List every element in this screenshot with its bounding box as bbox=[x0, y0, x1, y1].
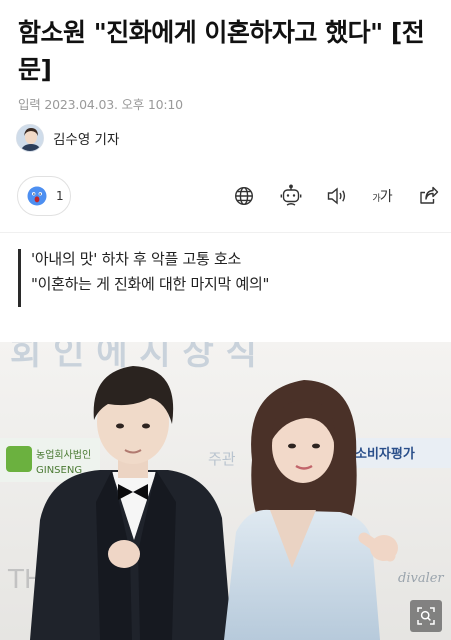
reaction-button[interactable]: 1 bbox=[17, 176, 71, 216]
sponsor-text-4: 소비자평가 bbox=[355, 446, 415, 462]
photo-zoom-button[interactable] bbox=[410, 600, 442, 632]
sponsor-text-6: divaler bbox=[398, 571, 444, 586]
sponsor-text-3: 주관 bbox=[208, 450, 236, 468]
listen-button[interactable] bbox=[322, 181, 352, 211]
speaker-icon bbox=[327, 187, 346, 205]
translate-button[interactable] bbox=[229, 181, 259, 211]
article-photo[interactable]: 회 인 에 시 상 식 농업회사법인 GINSENG 주관 소비자평가 TH d… bbox=[0, 342, 451, 640]
share-button[interactable] bbox=[413, 181, 443, 211]
sponsor-text-1: 농업회사법인 bbox=[36, 448, 91, 461]
article-headline: 함소원 "진화에게 이혼하자고 했다" [전문] bbox=[18, 18, 425, 84]
zoom-search-icon bbox=[417, 607, 435, 625]
toolbar-divider bbox=[0, 232, 451, 233]
sponsor-text-2: GINSENG bbox=[36, 465, 82, 476]
font-size-icon: 가가 bbox=[372, 189, 392, 205]
summary-line-2: "이혼하는 게 진화에 대한 마지막 예의" bbox=[31, 275, 270, 293]
author-byline[interactable]: 김수영 기자 bbox=[16, 123, 119, 153]
article-dateline: 입력 2023.04.03. 오후 10:10 bbox=[18, 97, 183, 112]
author-name[interactable]: 김수영 기자 bbox=[53, 128, 119, 148]
surprised-emoji-icon bbox=[27, 186, 47, 206]
font-size-button[interactable]: 가가 bbox=[367, 181, 397, 211]
author-avatar[interactable] bbox=[16, 124, 44, 152]
ai-summary-button[interactable] bbox=[276, 181, 306, 211]
globe-icon bbox=[234, 186, 254, 206]
robot-icon bbox=[280, 184, 302, 206]
share-icon bbox=[420, 186, 439, 204]
reaction-count: 1 bbox=[56, 189, 64, 203]
article-summary: '아내의 맛' 하차 후 악플 고통 호소 "이혼하는 게 진화에 대한 마지막… bbox=[18, 249, 269, 307]
